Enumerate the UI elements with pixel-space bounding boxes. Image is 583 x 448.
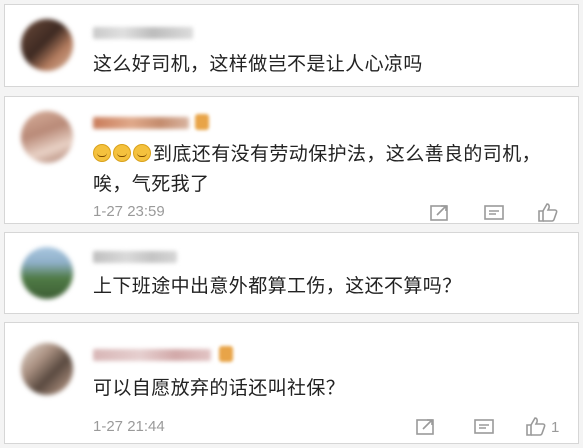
comment-card: 上下班途中出意外都算工伤，这还不算吗？ bbox=[4, 232, 579, 314]
like-count: 1 bbox=[551, 419, 560, 436]
timestamp: 1-27 21:44 bbox=[93, 418, 165, 435]
comment-text: 到底还有没有劳动保护法，这么善良的司机，唉，气死我了 bbox=[93, 139, 558, 199]
username[interactable] bbox=[93, 349, 211, 361]
comment-card: 可以自愿放弃的话还叫社保？ 1-27 21:44 1 bbox=[4, 322, 579, 444]
username[interactable] bbox=[93, 27, 193, 39]
grin-emoji-icon bbox=[113, 144, 131, 162]
comment-text: 这么好司机，这样做岂不是让人心凉吗 bbox=[93, 53, 423, 75]
vip-badge-icon bbox=[219, 346, 233, 362]
like-icon[interactable] bbox=[537, 202, 559, 222]
avatar[interactable] bbox=[21, 19, 73, 71]
comment-card: 这么好司机，这样做岂不是让人心凉吗 bbox=[4, 4, 579, 87]
share-icon[interactable] bbox=[415, 417, 437, 437]
share-icon[interactable] bbox=[429, 203, 451, 223]
comment-icon[interactable] bbox=[473, 417, 495, 437]
comment-text: 上下班途中出意外都算工伤，这还不算吗？ bbox=[93, 275, 462, 297]
like-icon[interactable] bbox=[525, 416, 547, 436]
avatar[interactable] bbox=[21, 343, 73, 395]
avatar[interactable] bbox=[21, 247, 73, 299]
comment-text: 可以自愿放弃的话还叫社保？ bbox=[93, 377, 346, 399]
username[interactable] bbox=[93, 251, 177, 263]
grin-emoji-icon bbox=[93, 144, 111, 162]
comment-icon[interactable] bbox=[483, 203, 505, 223]
grin-emoji-icon bbox=[133, 144, 151, 162]
comment-card: 到底还有没有劳动保护法，这么善良的司机，唉，气死我了 1-27 23:59 bbox=[4, 96, 579, 224]
avatar[interactable] bbox=[21, 111, 73, 163]
vip-badge-icon bbox=[195, 114, 209, 130]
username[interactable] bbox=[93, 117, 189, 129]
comment-text-body: 到底还有没有劳动保护法，这么善良的司机，唉，气死我了 bbox=[93, 143, 542, 195]
timestamp: 1-27 23:59 bbox=[93, 203, 165, 220]
